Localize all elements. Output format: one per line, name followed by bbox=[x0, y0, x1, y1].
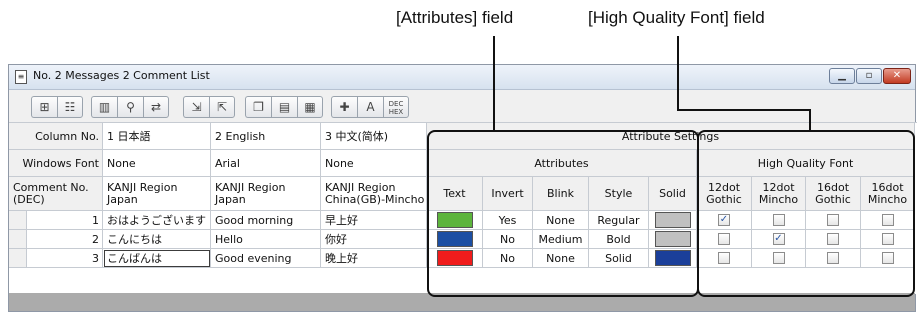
insert-row-icon: ⊞ bbox=[39, 100, 50, 114]
find-icon: ⚲ bbox=[126, 100, 135, 114]
insert-row-button[interactable]: ⊞ bbox=[31, 96, 57, 118]
delete-row-icon: ☷ bbox=[64, 100, 76, 114]
list-icon: ▦ bbox=[304, 100, 316, 114]
comment-cell-japanese[interactable]: おはようございます bbox=[103, 211, 211, 230]
minimize-icon: ▁ bbox=[838, 70, 846, 81]
dec-hex-icon: DEC HEX bbox=[388, 100, 404, 116]
row-selector[interactable] bbox=[9, 249, 27, 268]
export-icon: ⇱ bbox=[216, 100, 228, 114]
font-button[interactable]: A bbox=[357, 96, 383, 118]
comment-cell-english[interactable]: Good morning bbox=[211, 211, 321, 230]
maximize-button[interactable]: ▫ bbox=[856, 68, 882, 84]
hqfont-leader-horizontal bbox=[677, 109, 811, 111]
find-button[interactable]: ⚲ bbox=[117, 96, 143, 118]
copy-button[interactable]: ❐ bbox=[245, 96, 271, 118]
windows-font-label: Windows Font bbox=[9, 150, 103, 177]
comment-no-label: Comment No. (DEC) bbox=[9, 177, 103, 211]
attributes-leader-line bbox=[493, 36, 495, 130]
window-title: No. 2 Messages 2 Comment List bbox=[33, 69, 210, 82]
comment-cell-chinese[interactable]: 你好 bbox=[321, 230, 427, 249]
delete-row-button[interactable]: ☷ bbox=[57, 96, 83, 118]
column-settings-icon: ▥ bbox=[98, 100, 111, 114]
hqfont-leader-vertical bbox=[677, 36, 679, 110]
replace-button[interactable]: ⇄ bbox=[143, 96, 169, 118]
hqfont-field-bracket bbox=[697, 130, 915, 297]
comment-number: 1 bbox=[27, 211, 103, 230]
row-selector[interactable] bbox=[9, 230, 27, 249]
column-2-header[interactable]: 2 English bbox=[211, 123, 321, 150]
close-button[interactable]: ✕ bbox=[883, 68, 911, 84]
comment-cell-japanese[interactable]: こんばんは bbox=[103, 249, 211, 268]
dec-hex-button[interactable]: DEC HEX bbox=[383, 96, 409, 118]
comment-number: 2 bbox=[27, 230, 103, 249]
document-icon: ≡ bbox=[15, 70, 27, 84]
add-comment-button[interactable]: ✚ bbox=[331, 96, 357, 118]
comment-cell-chinese[interactable]: 晚上好 bbox=[321, 249, 427, 268]
maximize-icon: ▫ bbox=[865, 70, 873, 81]
column-1-font[interactable]: None bbox=[103, 150, 211, 177]
paste-button[interactable]: ▤ bbox=[271, 96, 297, 118]
toolbar: ⊞ ☷ ▥ ⚲ ⇄ ⇲ ⇱ ❐ ▤ ▦ ✚ A DEC HEX bbox=[9, 90, 915, 122]
column-3-region[interactable]: KANJI Region China(GB)-Mincho bbox=[321, 177, 427, 211]
list-button[interactable]: ▦ bbox=[297, 96, 323, 118]
paste-icon: ▤ bbox=[278, 100, 291, 114]
hqfont-leader-drop bbox=[809, 109, 811, 130]
export-button[interactable]: ⇱ bbox=[209, 96, 235, 118]
minimize-button[interactable]: ▁ bbox=[829, 68, 855, 84]
comment-number: 3 bbox=[27, 249, 103, 268]
row-selector[interactable] bbox=[9, 211, 27, 230]
hqfont-field-callout: [High Quality Font] field bbox=[588, 8, 765, 27]
column-no-label: Column No. bbox=[9, 123, 103, 150]
replace-icon: ⇄ bbox=[150, 100, 162, 114]
column-3-font[interactable]: None bbox=[321, 150, 427, 177]
column-2-region[interactable]: KANJI Region Japan bbox=[211, 177, 321, 211]
column-2-font[interactable]: Arial bbox=[211, 150, 321, 177]
title-bar[interactable]: ≡ No. 2 Messages 2 Comment List ▁ ▫ ✕ bbox=[9, 65, 915, 90]
comment-cell-english[interactable]: Hello bbox=[211, 230, 321, 249]
close-icon: ✕ bbox=[892, 70, 902, 81]
attributes-field-callout: [Attributes] field bbox=[396, 8, 514, 27]
column-3-header[interactable]: 3 中文(简体) bbox=[321, 123, 427, 150]
column-1-header[interactable]: 1 日本語 bbox=[103, 123, 211, 150]
copy-icon: ❐ bbox=[253, 100, 264, 114]
comment-cell-chinese[interactable]: 早上好 bbox=[321, 211, 427, 230]
comment-cell-english[interactable]: Good evening bbox=[211, 249, 321, 268]
column-settings-button[interactable]: ▥ bbox=[91, 96, 117, 118]
comment-cell-japanese[interactable]: こんにちは bbox=[103, 230, 211, 249]
add-comment-icon: ✚ bbox=[339, 100, 350, 114]
column-1-region[interactable]: KANJI Region Japan bbox=[103, 177, 211, 211]
import-button[interactable]: ⇲ bbox=[183, 96, 209, 118]
font-icon: A bbox=[366, 100, 375, 114]
import-icon: ⇲ bbox=[191, 100, 202, 114]
attributes-field-bracket bbox=[427, 130, 699, 297]
